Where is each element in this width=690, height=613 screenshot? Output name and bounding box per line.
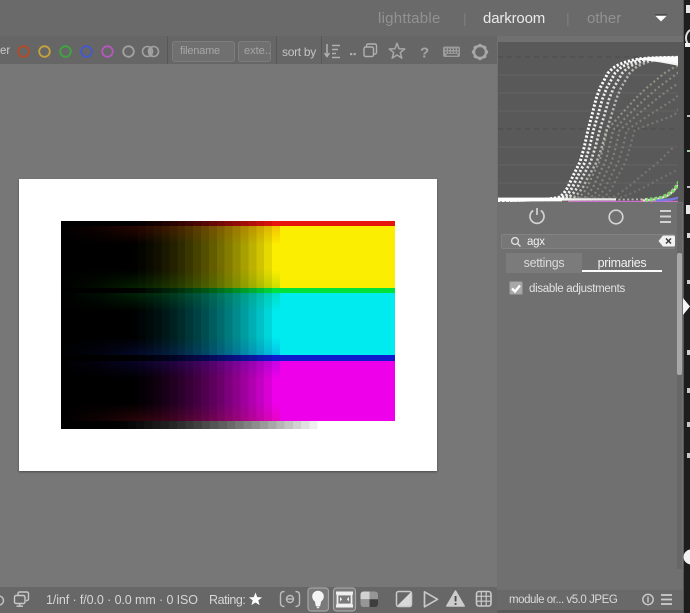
svg-text:?: ? <box>420 45 429 62</box>
svg-text:Rating:: Rating: <box>209 593 245 607</box>
svg-text:1/inf · f/0.0 · 0.0 mm · 0 ISO: 1/inf · f/0.0 · 0.0 mm · 0 ISO <box>46 593 198 607</box>
